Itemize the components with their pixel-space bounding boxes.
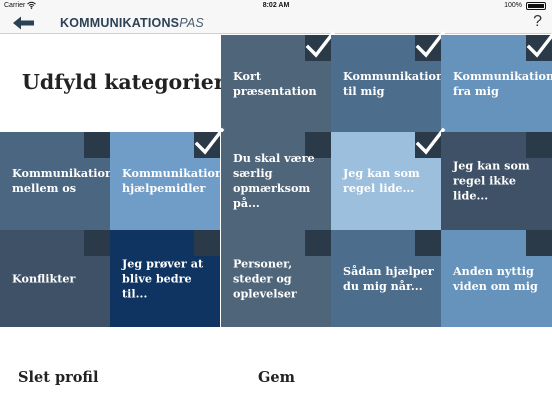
category-tile[interactable]: Kommunikation til mig [331, 30, 446, 132]
category-label: Jeg kan som regel ikke lide... [453, 158, 530, 203]
status-bar: Carrier 8:02 AM 100% [0, 0, 552, 12]
category-tile[interactable]: Jeg prøver at blive bedre til... [110, 230, 220, 327]
checkbox[interactable] [415, 230, 441, 256]
battery-percentage: 100% [504, 2, 522, 9]
help-button[interactable]: ? [533, 13, 542, 31]
back-button[interactable] [12, 15, 36, 31]
checkbox[interactable] [415, 30, 446, 61]
category-grid: Kort præsentation Kommunikation til mig Ko… [0, 30, 552, 327]
checkbox[interactable] [526, 32, 552, 61]
battery-icon [526, 2, 546, 10]
category-label: Jeg kan som regel lide... [343, 166, 420, 195]
save-button[interactable]: Gem [258, 369, 295, 386]
checkbox[interactable] [526, 132, 552, 158]
category-tile[interactable]: Jeg kan som regel ikke lide... [441, 132, 552, 230]
category-tile[interactable]: Anden nyttig viden om mig [441, 230, 552, 327]
category-tile[interactable]: Kommunikation mellem os [0, 132, 114, 230]
category-tile[interactable]: Jeg kan som regel lide... [331, 127, 446, 230]
category-label: Sådan hjælper du mig når... [343, 263, 434, 293]
category-tile[interactable]: Konflikter [0, 230, 110, 327]
arrow-left-icon [13, 16, 34, 30]
checkbox[interactable] [526, 230, 552, 256]
category-label: Kommunikation til mig [343, 68, 445, 98]
checkbox[interactable] [305, 30, 336, 61]
checkbox[interactable] [84, 132, 110, 158]
clock: 8:02 AM [262, 2, 290, 9]
category-label: Konflikter [12, 271, 76, 285]
app-logo: KOMMUNIKATIONSPAS [60, 16, 204, 30]
checkbox[interactable] [194, 127, 225, 158]
delete-profile-button[interactable]: Slet profil [18, 369, 98, 386]
category-label: Anden nyttig viden om mig [453, 263, 538, 293]
category-label: Kommunikation mellem os [12, 166, 114, 195]
category-tile[interactable]: Sådan hjælper du mig når... [331, 230, 441, 327]
category-label: Kommunikation fra mig [453, 68, 552, 98]
checkmark-icon [526, 32, 552, 58]
checkbox[interactable] [415, 127, 446, 158]
checkmark-icon [194, 127, 225, 155]
category-tile[interactable]: Du skal være særlig opmærksom på... [221, 132, 331, 230]
brand-bold: KOMMUNIKATIONS [60, 16, 180, 30]
checkbox[interactable] [84, 230, 110, 256]
category-label: Jeg prøver at blive bedre til... [122, 256, 204, 300]
category-tile[interactable]: Kort præsentation [221, 30, 336, 132]
category-label: Kort præsentation [233, 68, 317, 98]
brand-italic: PAS [179, 16, 204, 30]
category-label: Kommunikations-hjælpemidler [122, 166, 235, 195]
navigation-bar: KOMMUNIKATIONSPAS ? [0, 12, 552, 34]
category-label: Du skal være særlig opmærksom på... [233, 151, 315, 210]
checkbox[interactable] [305, 230, 331, 256]
category-tile[interactable]: Kommunikations-hjælpemidler [110, 127, 235, 230]
category-label: Personer, steder og oplevelser [233, 256, 297, 300]
checkbox[interactable] [194, 230, 220, 256]
category-tile[interactable]: Kommunikation fra mig [441, 32, 552, 132]
category-tile[interactable]: Personer, steder og oplevelser [221, 230, 331, 327]
